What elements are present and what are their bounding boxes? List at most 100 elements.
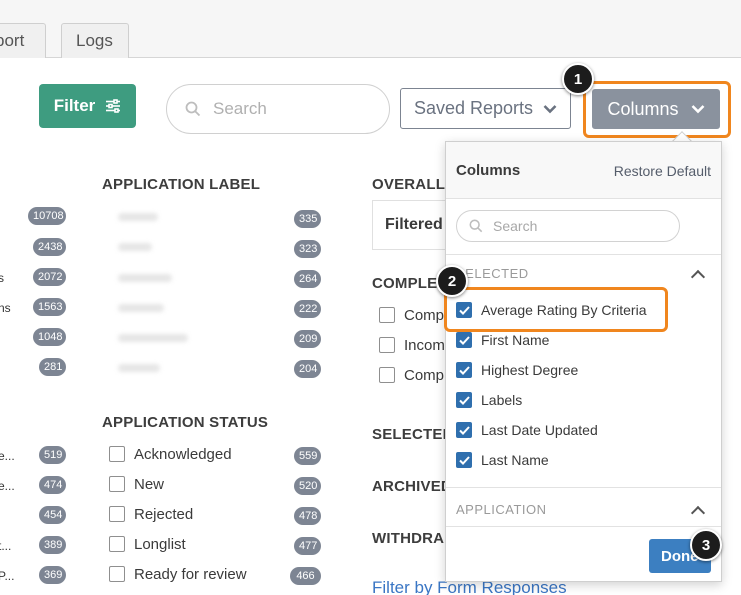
status-checkbox[interactable] bbox=[109, 476, 125, 492]
restore-default-link[interactable]: Restore Default bbox=[614, 163, 711, 179]
columns-panel-header: Columns Restore Default bbox=[446, 142, 721, 199]
saved-reports-label: Saved Reports bbox=[413, 98, 534, 118]
column-label: Highest Degree bbox=[481, 362, 579, 378]
search-icon bbox=[185, 101, 201, 117]
filtered-label: Filtered bbox=[385, 216, 443, 233]
column-label: Last Date Updated bbox=[481, 422, 598, 438]
list-item[interactable]: 1048 bbox=[0, 328, 70, 348]
count-badge: 1563 bbox=[33, 298, 66, 316]
count-badge: 474 bbox=[39, 476, 66, 494]
divider bbox=[446, 254, 721, 255]
columns-label: Columns bbox=[607, 98, 679, 119]
count-badge: 323 bbox=[294, 240, 321, 258]
status-option-label: Ready for review bbox=[134, 566, 247, 583]
search-icon bbox=[469, 219, 483, 233]
column-item[interactable]: Last Name bbox=[456, 450, 549, 470]
column-item[interactable]: Highest Degree bbox=[456, 360, 578, 380]
saved-reports-button[interactable]: Saved Reports bbox=[400, 88, 571, 129]
count-badge: 477 bbox=[294, 537, 321, 555]
columns-search-input[interactable] bbox=[493, 218, 643, 234]
withdrawn-heading: WITHDRA bbox=[372, 530, 445, 547]
step-marker-2: 2 bbox=[436, 265, 468, 297]
complete-option-label: Compl bbox=[404, 307, 448, 324]
complete-checkbox[interactable] bbox=[379, 337, 395, 353]
chevron-down-icon bbox=[543, 104, 557, 113]
checkbox-checked-icon[interactable] bbox=[456, 332, 472, 348]
checkbox-checked-icon[interactable] bbox=[456, 362, 472, 378]
count-badge: 478 bbox=[294, 507, 321, 525]
column-item[interactable]: First Name bbox=[456, 330, 549, 350]
chevron-up-icon[interactable] bbox=[690, 269, 706, 285]
step-marker-1: 1 bbox=[562, 63, 594, 95]
column-item[interactable]: Labels bbox=[456, 390, 522, 410]
column-item[interactable]: Last Date Updated bbox=[456, 420, 598, 440]
tab-report[interactable]: port bbox=[0, 23, 46, 59]
checkbox-checked-icon[interactable] bbox=[456, 392, 472, 408]
status-checkbox[interactable] bbox=[109, 446, 125, 462]
list-item[interactable]: s 2072 bbox=[0, 268, 70, 288]
count-badge: 209 bbox=[294, 330, 321, 348]
count-badge: 369 bbox=[39, 566, 66, 584]
status-option-label: Rejected bbox=[134, 506, 194, 523]
count-badge: 281 bbox=[39, 358, 66, 376]
complete-heading: COMPLE bbox=[372, 275, 438, 292]
count-badge: 335 bbox=[294, 210, 321, 228]
list-item[interactable]: 2438 bbox=[0, 238, 70, 258]
application-status-heading: APPLICATION STATUS bbox=[102, 414, 269, 431]
count-badge: 520 bbox=[294, 477, 321, 495]
list-item[interactable]: 281 bbox=[0, 358, 70, 378]
tab-bar: port Logs bbox=[0, 0, 741, 59]
count-badge: 389 bbox=[39, 536, 66, 554]
count-badge: 454 bbox=[39, 506, 66, 524]
column-label: First Name bbox=[481, 332, 550, 348]
complete-checkbox[interactable] bbox=[379, 367, 395, 383]
columns-search-box[interactable] bbox=[456, 210, 680, 242]
filter-button[interactable]: Filter bbox=[39, 84, 136, 128]
count-badge: 2072 bbox=[33, 268, 66, 286]
search-box[interactable] bbox=[166, 84, 390, 134]
count-badge: 204 bbox=[294, 360, 321, 378]
search-input[interactable] bbox=[213, 99, 363, 119]
checkbox-checked-icon[interactable] bbox=[456, 422, 472, 438]
list-item[interactable]: e... 474 bbox=[0, 476, 70, 496]
application-group-label: APPLICATION bbox=[456, 502, 547, 517]
status-option-label: New bbox=[134, 476, 165, 493]
columns-panel-title: Columns bbox=[456, 162, 521, 179]
checkbox-checked-icon[interactable] bbox=[456, 452, 472, 468]
sliders-icon bbox=[106, 99, 121, 113]
list-item[interactable]: t...389 bbox=[0, 536, 70, 556]
status-checkbox[interactable] bbox=[109, 566, 125, 582]
list-item[interactable]: e... 519 bbox=[0, 446, 70, 466]
column-label: Last Name bbox=[481, 452, 549, 468]
status-option-label: Acknowledged bbox=[134, 446, 232, 463]
count-badge: 1048 bbox=[33, 328, 66, 346]
chevron-up-icon[interactable] bbox=[690, 505, 706, 521]
count-badge: 466 bbox=[290, 567, 321, 585]
status-checkbox[interactable] bbox=[109, 506, 125, 522]
status-checkbox[interactable] bbox=[109, 536, 125, 552]
step-marker-3: 3 bbox=[690, 529, 722, 561]
count-badge: 559 bbox=[294, 447, 321, 465]
count-badge: 2438 bbox=[33, 238, 66, 256]
selected-heading: SELECTED bbox=[372, 426, 454, 443]
filtered-box[interactable]: Filtered bbox=[372, 200, 452, 250]
column-label: Labels bbox=[481, 392, 523, 408]
tab-logs[interactable]: Logs bbox=[61, 23, 129, 59]
list-item[interactable]: P... 369 bbox=[0, 566, 70, 586]
chevron-down-icon bbox=[691, 105, 704, 114]
divider bbox=[446, 487, 721, 488]
archived-heading: ARCHIVED bbox=[372, 478, 452, 495]
count-badge: 519 bbox=[39, 446, 66, 464]
highlight-average-rating bbox=[444, 287, 668, 332]
status-option-label: Longlist bbox=[134, 536, 186, 553]
count-badge: 264 bbox=[294, 270, 321, 288]
divider bbox=[446, 526, 721, 527]
count-badge: 222 bbox=[294, 300, 321, 318]
list-item[interactable]: ns 1563 bbox=[0, 298, 70, 318]
columns-button[interactable]: Columns bbox=[592, 89, 720, 129]
filter-label: Filter bbox=[53, 96, 96, 115]
complete-checkbox[interactable] bbox=[379, 307, 395, 323]
list-item[interactable]: 10708 bbox=[0, 207, 70, 227]
count-badge: 10708 bbox=[28, 207, 66, 225]
list-item[interactable]: 454 bbox=[0, 506, 70, 526]
